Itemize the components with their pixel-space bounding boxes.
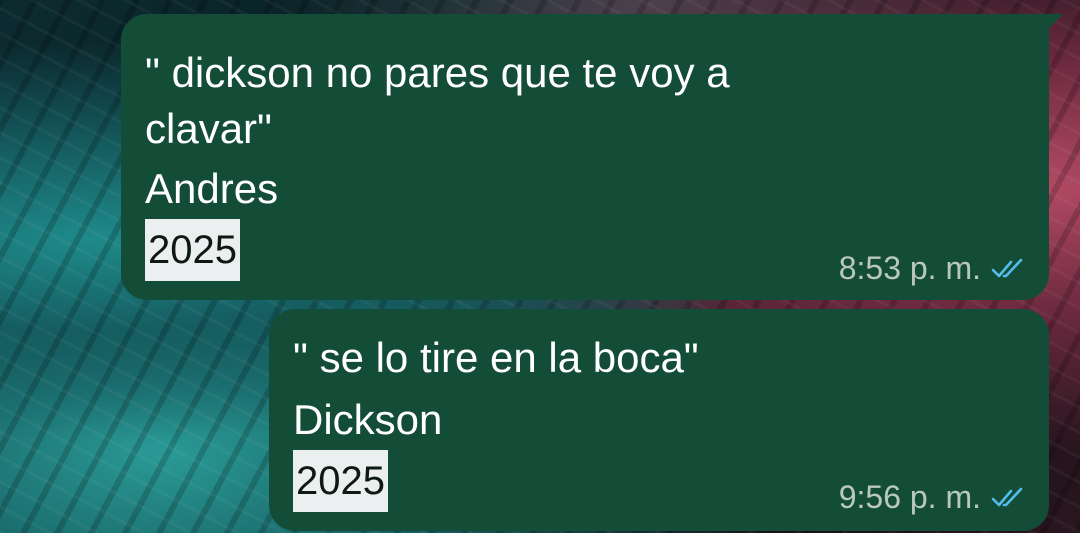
message-timestamp: 9:56 p. m.	[838, 479, 981, 515]
message-timestamp: 8:53 p. m.	[838, 250, 981, 286]
message-meta: 9:56 p. m.	[839, 479, 1027, 516]
double-check-icon	[991, 258, 1023, 277]
message-text-line: clavar"	[145, 105, 272, 152]
message-bubble[interactable]: " se lo tire en la boca" Dickson 2025 9:…	[269, 309, 1049, 531]
message-author: Dickson	[293, 396, 443, 443]
highlighted-year: 2025	[293, 450, 388, 512]
highlighted-year: 2025	[145, 219, 240, 281]
message-text-line: " se lo tire en la boca"	[293, 334, 699, 381]
double-check-icon	[991, 487, 1023, 506]
message-text-line: " dickson no pares que te voy a	[145, 49, 730, 96]
message-author: Andres	[145, 165, 279, 212]
message-meta: 8:53 p. m.	[839, 250, 1027, 287]
message-bubble[interactable]: " dickson no pares que te voy a clavar" …	[121, 14, 1063, 300]
